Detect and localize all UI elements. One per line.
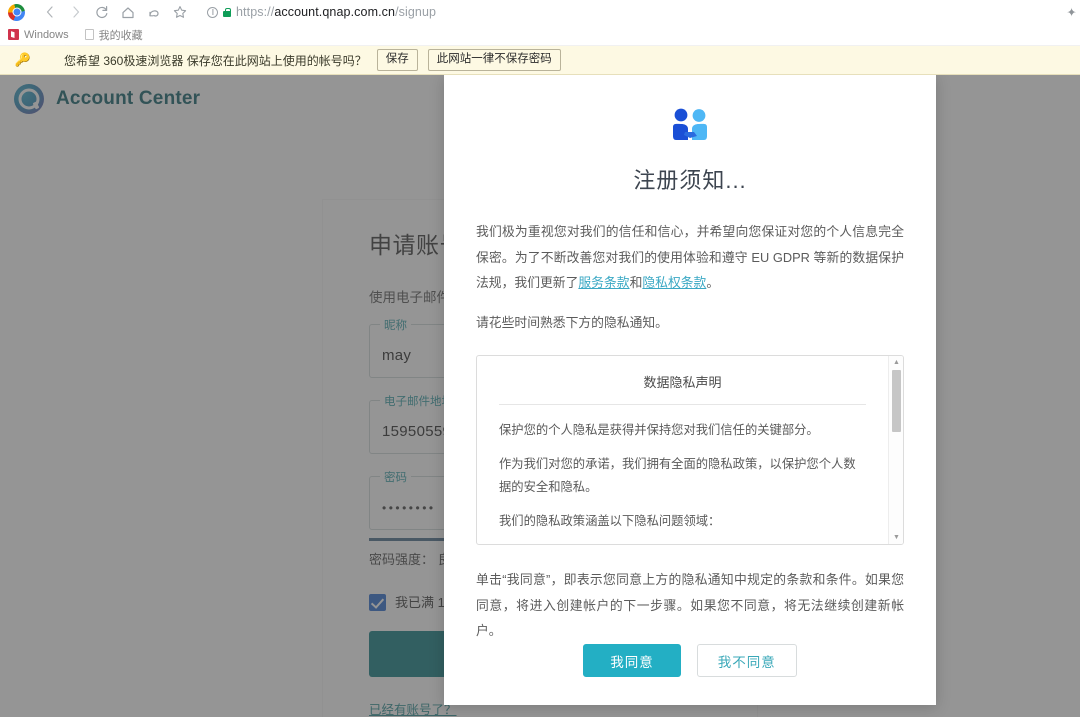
dialog-actions: 我同意 我不同意 (476, 644, 904, 677)
url-host: account.qnap.com.cn (274, 5, 396, 19)
lock-icon (223, 7, 231, 17)
reload-icon[interactable] (89, 2, 115, 22)
intro-text-part2: 。 (706, 275, 720, 291)
privacy-paragraph: 作为我们对您的承诺，我们拥有全面的隐私政策，以保护您个人数据的安全和隐私。 (499, 457, 856, 494)
dialog-title: 注册须知... (633, 168, 747, 193)
password-save-infobar: 🔑 您希望 360极速浏览器 保存您在此网站上使用的帐号吗？ 保存 此网站一律不… (0, 46, 1080, 75)
bookmark-item-windows[interactable]: Windows (8, 29, 69, 41)
terms-of-service-link[interactable]: 服务条款 (578, 275, 629, 290)
page-viewport: Account Center 申请账号 使用电子邮件 昵称 may 电子邮件地址… (0, 75, 1080, 717)
key-icon: 🔑 (14, 52, 32, 67)
dialog-footnote: 单击“我同意”，即表示您同意上方的隐私通知中规定的条款和条件。如果您同意，将进入… (476, 572, 904, 639)
bookmark-item-favorites[interactable]: 我的收藏 (84, 27, 143, 43)
privacy-paragraph: 我们的隐私政策涵盖以下隐私问题领域： (499, 513, 721, 528)
toolbar-right-actions: ✦ (1066, 0, 1076, 24)
back-icon[interactable] (37, 2, 63, 22)
browser-chrome: https://account.qnap.com.cn/signup ✦ Win… (0, 0, 1080, 75)
privacy-policy-link[interactable]: 隐私权条款 (642, 275, 706, 290)
windows-icon (8, 29, 19, 40)
agree-button[interactable]: 我同意 (583, 644, 681, 677)
url-scheme: https:// (236, 5, 275, 19)
forward-icon[interactable] (63, 2, 89, 22)
scroll-down-icon[interactable]: ▼ (889, 531, 903, 544)
page-info-icon[interactable] (207, 6, 218, 18)
extension-icon[interactable]: ✦ (1066, 5, 1076, 19)
address-bar[interactable]: https://account.qnap.com.cn/signup (207, 5, 1074, 19)
infobar-message: 您希望 360极速浏览器 保存您在此网站上使用的帐号吗？ (64, 53, 367, 68)
home-icon[interactable] (115, 2, 141, 22)
bookmark-star-icon[interactable] (167, 2, 193, 22)
browser-toolbar: https://account.qnap.com.cn/signup ✦ (0, 0, 1080, 24)
url-path: /signup (395, 5, 437, 19)
bookmark-label: Windows (24, 28, 69, 41)
dialog-intro-paragraph: 我们极为重视您对我们的信任和信心，并希望向您保证对您的个人信息完全保密。为了不断… (476, 219, 904, 296)
bookmark-label: 我的收藏 (98, 29, 143, 42)
handshake-icon (667, 107, 713, 147)
bookmarks-bar: Windows 我的收藏 (0, 24, 1080, 46)
intro-conjunction: 和 (629, 275, 643, 291)
dialog-intro-line2: 请花些时间熟悉下方的隐私通知。 (476, 314, 668, 330)
scroll-up-icon[interactable]: ▲ (889, 356, 903, 369)
url-text: https://account.qnap.com.cn/signup (236, 5, 436, 19)
page-icon (84, 29, 94, 40)
registration-notice-dialog: 注册须知... 我们极为重视您对我们的信任和信心，并希望向您保证对您的个人信息完… (444, 75, 936, 705)
scrollbar-thumb[interactable] (892, 370, 901, 433)
privacy-statement-title: 数据隐私声明 (499, 372, 866, 406)
save-password-button[interactable]: 保存 (376, 49, 418, 71)
privacy-scrollbar[interactable]: ▲ ▼ (888, 356, 903, 545)
never-save-password-button[interactable]: 此网站一律不保存密码 (427, 49, 561, 71)
privacy-paragraph: 保护您的个人隐私是获得并保持您对我们信任的关键部分。 (499, 423, 819, 438)
browser-logo-icon (8, 3, 25, 21)
disagree-button[interactable]: 我不同意 (696, 644, 797, 677)
history-icon[interactable] (141, 2, 167, 22)
privacy-statement-content: 数据隐私声明 保护您的个人隐私是获得并保持您对我们信任的关键部分。 作为我们对您… (477, 356, 888, 544)
privacy-statement-box[interactable]: 数据隐私声明 保护您的个人隐私是获得并保持您对我们信任的关键部分。 作为我们对您… (476, 355, 904, 546)
